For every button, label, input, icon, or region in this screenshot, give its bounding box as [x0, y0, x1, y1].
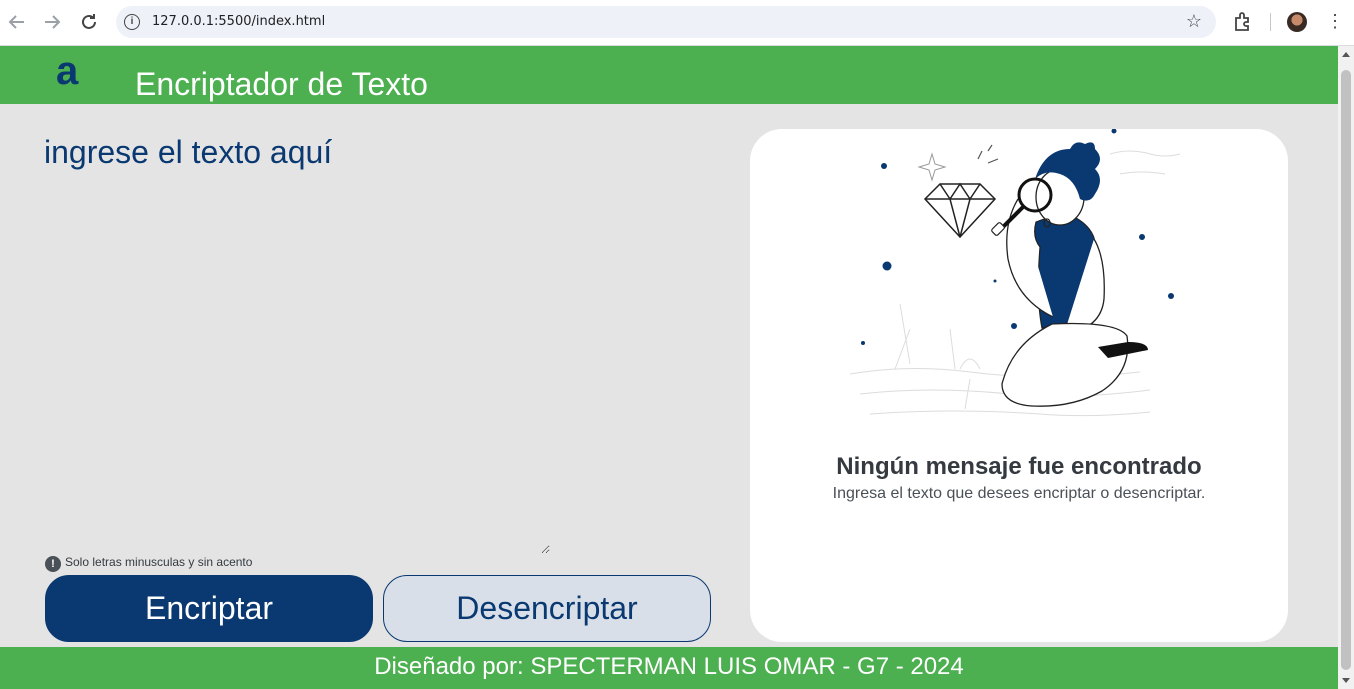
site-info-icon[interactable]: i — [124, 14, 140, 30]
encrypt-button[interactable]: Encriptar — [45, 575, 373, 642]
output-card: Ningún mensaje fue encontrado Ingresa el… — [750, 129, 1288, 642]
page-scrollbar[interactable] — [1338, 46, 1354, 689]
reload-icon[interactable] — [77, 10, 101, 34]
browser-toolbar: i 127.0.0.1:5500/index.html ☆ ⋮ — [0, 0, 1354, 46]
scroll-up-icon[interactable] — [1342, 52, 1350, 57]
url-text[interactable]: 127.0.0.1:5500/index.html — [152, 14, 325, 29]
scrollbar-thumb[interactable] — [1341, 70, 1351, 670]
empty-message-title: Ningún mensaje fue encontrado — [836, 453, 1202, 480]
logo: a — [56, 49, 79, 93]
profile-avatar[interactable] — [1287, 12, 1307, 32]
more-menu-icon[interactable]: ⋮ — [1326, 12, 1344, 32]
empty-message-subtitle: Ingresa el texto que desees encriptar o … — [832, 485, 1206, 502]
footer-credit: Diseñado por: SPECTERMAN LUIS OMAR - G7 … — [374, 653, 964, 680]
back-icon[interactable] — [5, 10, 29, 34]
extensions-icon[interactable] — [1232, 10, 1254, 32]
address-bar[interactable]: i 127.0.0.1:5500/index.html ☆ — [116, 6, 1216, 38]
toolbar-divider — [1270, 13, 1271, 31]
app-header: a Encriptador de Texto — [0, 46, 1338, 104]
text-input[interactable] — [44, 134, 550, 554]
page-title: Encriptador de Texto — [135, 66, 428, 102]
input-hint: ! Solo letras minusculas y sin acento — [45, 555, 252, 572]
hint-text: Solo letras minusculas y sin acento — [65, 555, 253, 569]
scroll-down-icon[interactable] — [1342, 678, 1350, 683]
bookmark-star-icon[interactable]: ☆ — [1186, 11, 1202, 32]
decrypt-button[interactable]: Desencriptar — [383, 575, 711, 642]
search-illustration — [849, 129, 1181, 417]
info-icon: ! — [45, 556, 61, 572]
app-footer: Diseñado por: SPECTERMAN LUIS OMAR - G7 … — [0, 647, 1338, 689]
forward-icon[interactable] — [40, 10, 64, 34]
